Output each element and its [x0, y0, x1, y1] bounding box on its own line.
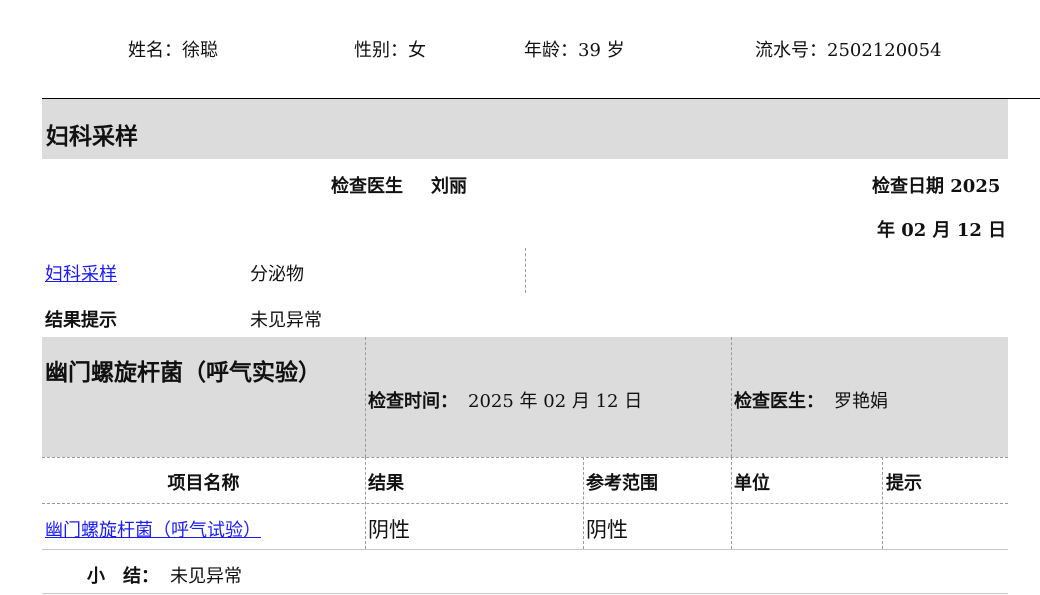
table-col-divider-1 [365, 457, 366, 549]
patient-name: 姓名：徐聪 [128, 40, 218, 61]
gyn-exam-date-line1: 检查日期 2025 [872, 176, 1001, 197]
table-row-item-link[interactable]: 幽门螺旋杆菌（呼气试验） [45, 516, 261, 542]
gyn-result-label: 结果提示 [45, 310, 117, 331]
table-bottom-border [42, 549, 1008, 550]
hp-doctor-name: 罗艳娟 [834, 391, 888, 412]
table-col-divider-3 [731, 457, 732, 549]
gyn-section-title: 妇科采样 [46, 123, 138, 150]
gyn-section-header: 妇科采样 [42, 99, 1008, 159]
summary-bottom-border [42, 593, 1008, 594]
patient-gender: 性别：女 [354, 40, 426, 61]
hp-section-title: 幽门螺旋杆菌（呼气实验） [45, 359, 321, 386]
gyn-doctor-name: 刘丽 [431, 176, 467, 197]
table-row-reference: 阴性 [586, 518, 628, 542]
hp-time-value: 2025 年 02 月 12 日 [468, 391, 643, 412]
hp-doctor-label: 检查医生： [734, 391, 824, 412]
table-top-border [42, 457, 1008, 458]
gyn-result-value: 未见异常 [250, 310, 322, 331]
col-header-item-name: 项目名称 [167, 473, 240, 494]
hp-time-label: 检查时间： [368, 391, 458, 412]
patient-serial-number: 流水号：2502120054 [755, 40, 942, 61]
gyn-column-divider [525, 248, 526, 293]
col-header-hint: 提示 [886, 473, 922, 494]
summary-value: 未见异常 [170, 566, 242, 587]
gyn-item-value: 分泌物 [250, 264, 304, 285]
table-col-divider-4 [882, 457, 883, 549]
hp-header-divider-1 [365, 337, 366, 457]
table-row-result: 阴性 [368, 518, 410, 542]
patient-age: 年龄：39 岁 [524, 40, 625, 61]
gyn-exam-date-line2: 年 02 月 12 日 [877, 220, 1007, 241]
summary-label: 小 结： [87, 566, 159, 587]
gyn-doctor-label: 检查医生 [331, 176, 403, 197]
col-header-reference: 参考范围 [586, 473, 658, 494]
table-header-border [42, 503, 1008, 504]
table-col-divider-2 [583, 457, 584, 549]
hp-header-divider-2 [731, 337, 732, 457]
col-header-unit: 单位 [734, 473, 770, 494]
col-header-result: 结果 [368, 473, 404, 494]
gyn-item-link[interactable]: 妇科采样 [45, 260, 117, 286]
